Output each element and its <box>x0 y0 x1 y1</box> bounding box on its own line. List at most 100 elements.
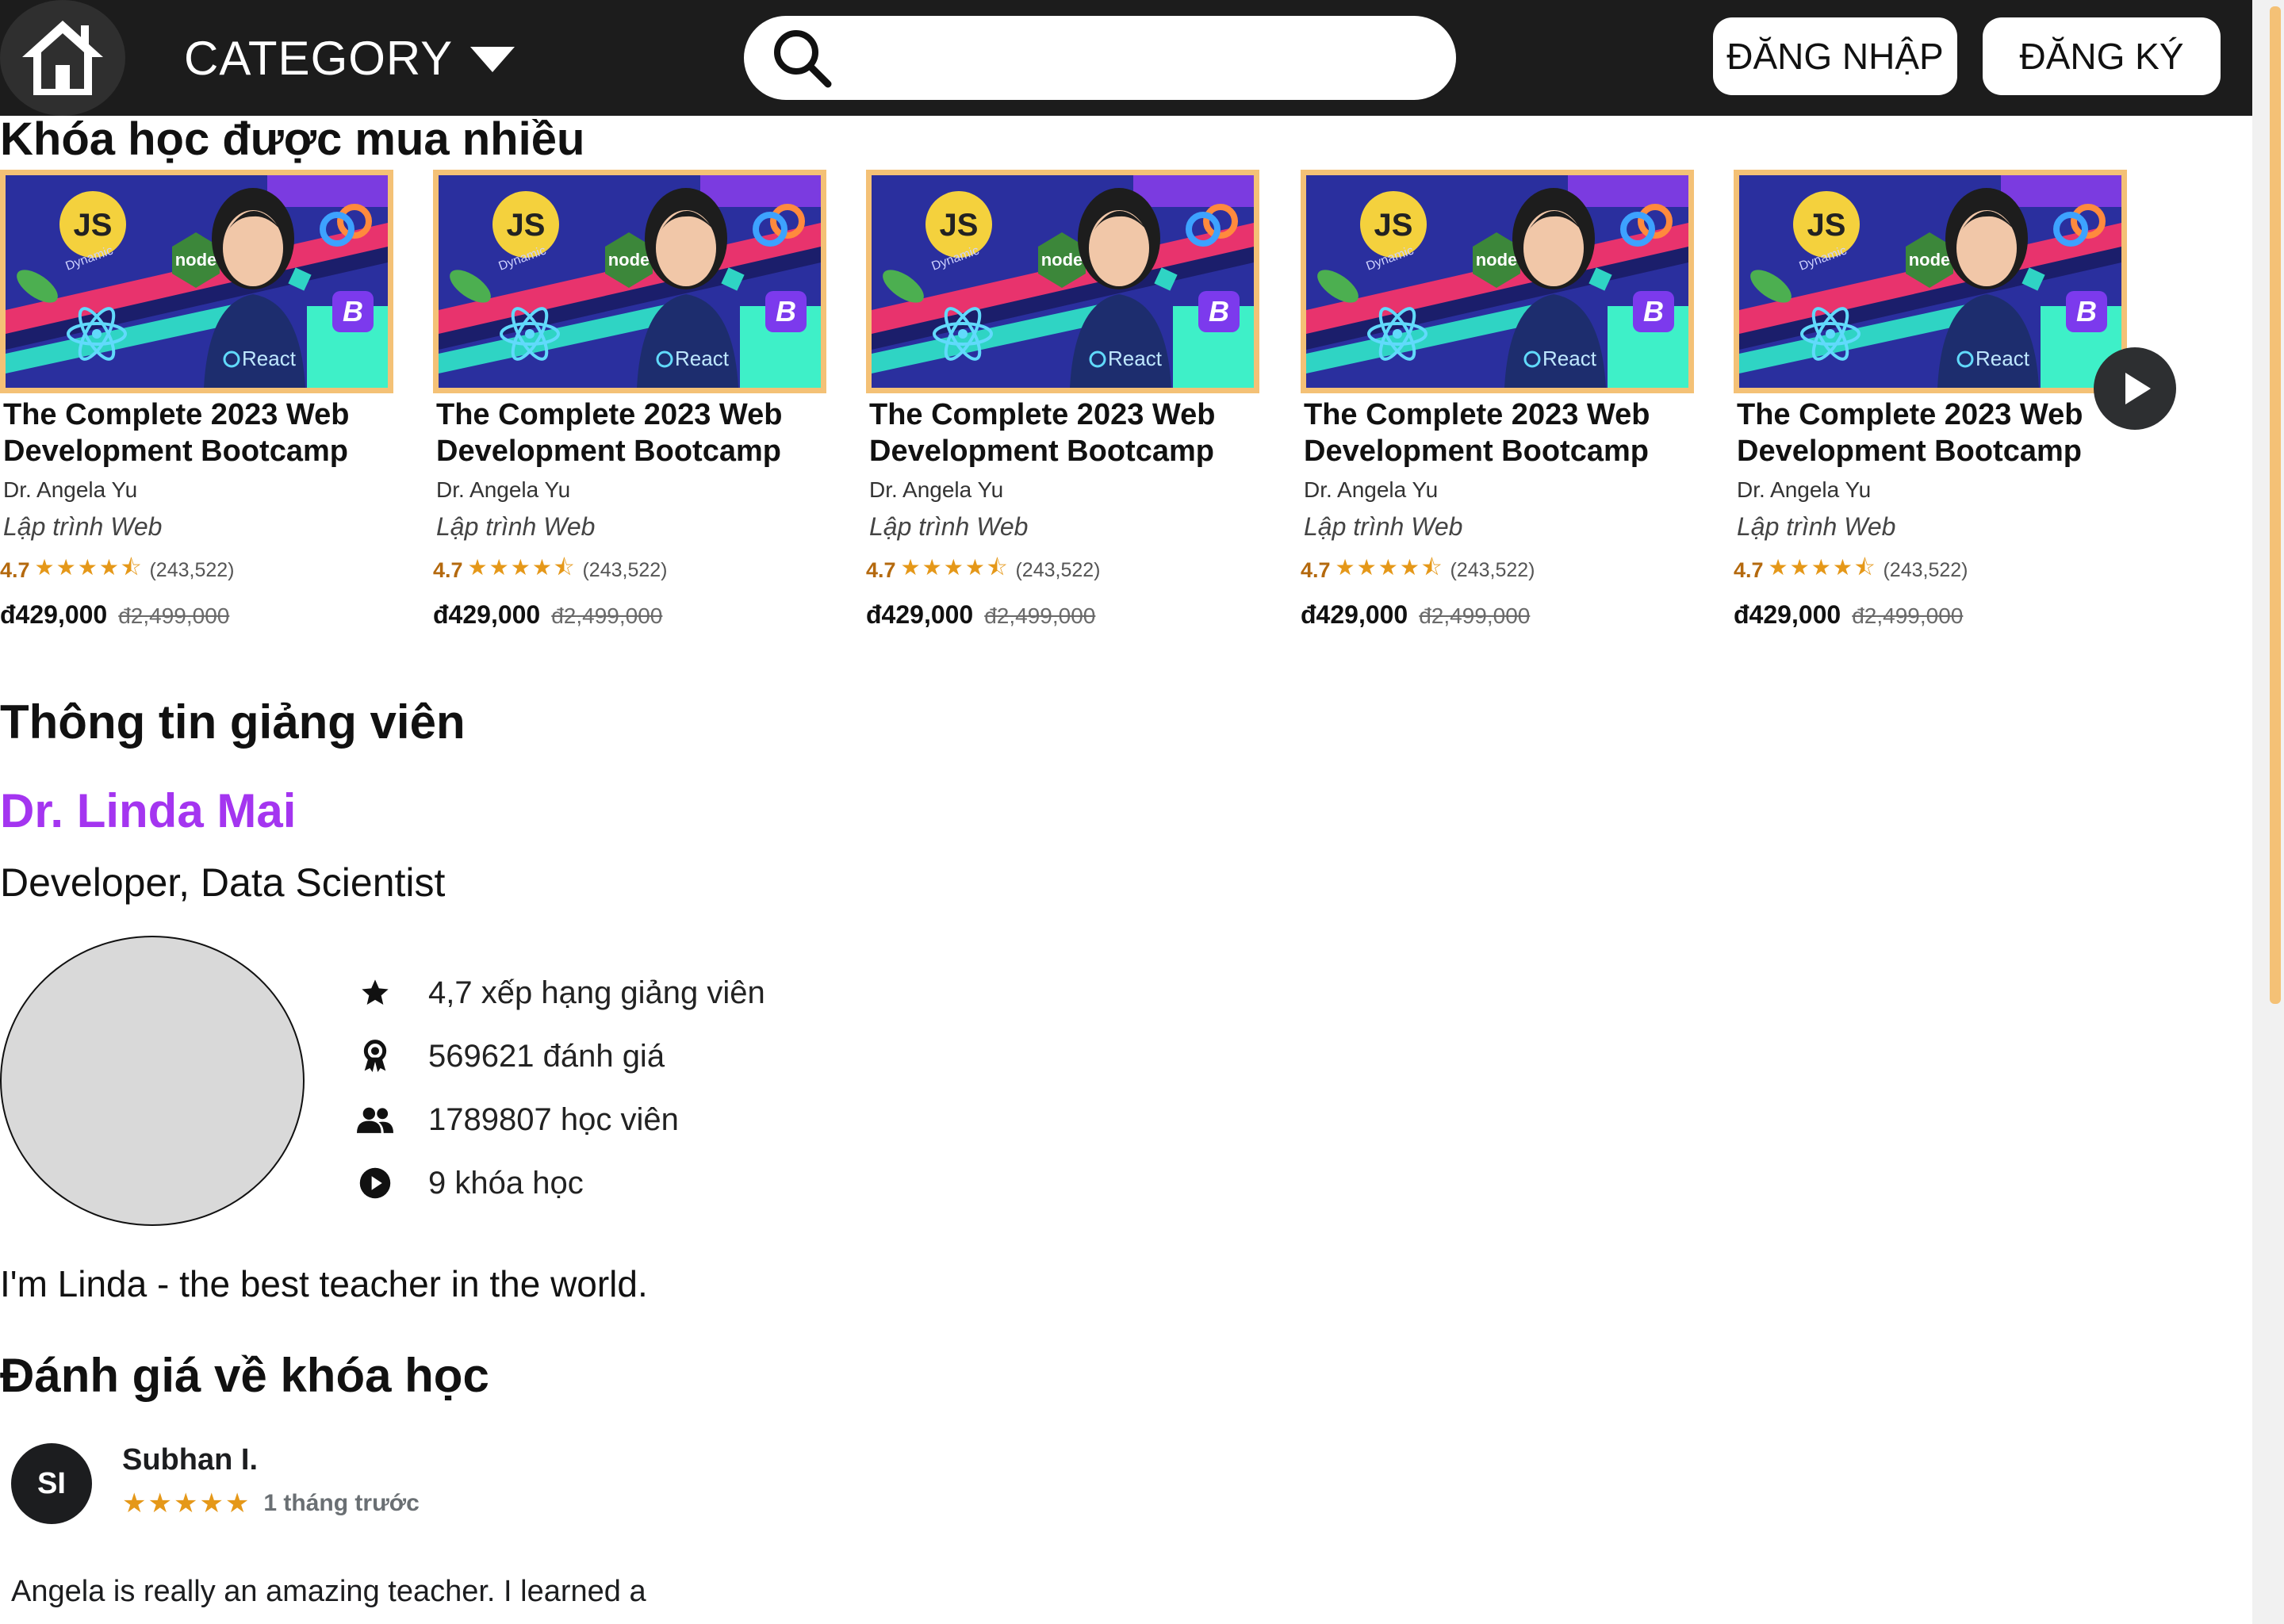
course-card[interactable]: JS Dynamic node React B The Complete 2023 Web… <box>433 170 830 630</box>
home-icon <box>22 21 103 95</box>
original-price: đ2,499,000 <box>118 603 230 628</box>
rating-value: 4.7 <box>1301 557 1331 582</box>
stat-reviews-text: 569621 đánh giá <box>428 1038 665 1074</box>
course-thumbnail: JS Dynamic node React B <box>433 170 826 393</box>
stat-rating: 4,7 xếp hạng giảng viên <box>355 961 765 1025</box>
course-rating: 4.7 ★★★★⯪ (243,522) <box>433 551 830 589</box>
review-text: Angela is really an amazing teacher. I l… <box>11 1575 646 1608</box>
course-price: đ429,000 đ2,499,000 <box>1734 600 2130 630</box>
top-navbar: CATEGORY ĐĂNG NHẬP ĐĂNG KÝ <box>0 0 2252 116</box>
bootstrap-logo-text: B <box>1643 295 1664 327</box>
course-card[interactable]: JS Dynamic node React B The Complete 2023 Web… <box>0 170 397 630</box>
stat-rating-text: 4,7 xếp hạng giảng viên <box>428 975 765 1010</box>
rating-stars-icon: ★★★★⯪ <box>1335 555 1444 580</box>
carousel-next-button[interactable] <box>2094 347 2176 430</box>
play-arrow-icon <box>2125 373 2151 404</box>
node-logo-text: node <box>175 250 217 270</box>
js-logo-text: JS <box>74 208 113 243</box>
register-button[interactable]: ĐĂNG KÝ <box>1983 17 2221 95</box>
original-price: đ2,499,000 <box>551 603 663 628</box>
bootstrap-logo-text: B <box>343 295 363 327</box>
js-logo-text: JS <box>940 208 979 243</box>
award-icon <box>355 1036 395 1076</box>
course-card[interactable]: JS Dynamic node React B The Complete 2023 Web… <box>1734 170 2130 630</box>
rating-count: (243,522) <box>1883 558 1968 581</box>
course-rating: 4.7 ★★★★⯪ (243,522) <box>0 551 397 589</box>
caret-down-icon <box>470 47 515 72</box>
people-icon <box>355 1100 395 1139</box>
rating-count: (243,522) <box>1450 558 1535 581</box>
rating-count: (243,522) <box>149 558 235 581</box>
rating-stars-icon: ★★★★⯪ <box>34 555 144 580</box>
course-title[interactable]: The Complete 2023 Web Development Bootca… <box>0 396 412 469</box>
react-label-text: React <box>1976 347 2030 370</box>
bootstrap-logo-text: B <box>2076 295 2097 327</box>
star-icon <box>355 973 395 1013</box>
react-label-text: React <box>1542 347 1597 370</box>
course-author: Dr. Angela Yu <box>436 477 571 502</box>
course-thumbnail-art: JSDynamic nodeReactB <box>439 175 821 388</box>
review-meta: ★★★★★ 1 tháng trước <box>122 1488 420 1519</box>
stat-courses-text: 9 khóa học <box>428 1165 584 1201</box>
course-thumbnail-art: JSDynamic nodeReactB <box>6 175 388 388</box>
course-card[interactable]: JS Dynamic node React B The Complete 2023 Web… <box>1301 170 1697 630</box>
instructor-name[interactable]: Dr. Linda Mai <box>0 783 296 838</box>
stat-reviews: 569621 đánh giá <box>355 1025 765 1088</box>
course-title[interactable]: The Complete 2023 Web Development Bootca… <box>866 396 1278 469</box>
react-label-text: React <box>1108 347 1163 370</box>
scrollbar-thumb[interactable] <box>2270 6 2281 1004</box>
rating-value: 4.7 <box>1734 557 1764 582</box>
login-button[interactable]: ĐĂNG NHẬP <box>1713 17 1957 95</box>
course-category: Lập trình Web <box>436 512 596 541</box>
reviewer-name: Subhan I. <box>122 1443 258 1477</box>
course-title[interactable]: The Complete 2023 Web Development Bootca… <box>1301 396 1713 469</box>
course-thumbnail: JS Dynamic node React B <box>1734 170 2127 393</box>
reviewer-avatar: SI <box>11 1443 92 1524</box>
course-thumbnail-art: JSDynamic nodeReactB <box>1306 175 1688 388</box>
category-label: CATEGORY <box>184 31 454 85</box>
instructor-stats: 4,7 xếp hạng giảng viên 569621 đánh giá … <box>355 961 765 1215</box>
instructor-section-title: Thông tin giảng viên <box>0 695 466 749</box>
search-icon <box>774 30 832 88</box>
node-logo-text: node <box>608 250 650 270</box>
search-input[interactable] <box>850 26 1432 90</box>
stat-students-text: 1789807 học viên <box>428 1101 679 1137</box>
rating-count: (243,522) <box>1015 558 1101 581</box>
course-price: đ429,000 đ2,499,000 <box>866 600 1263 630</box>
search-bar[interactable] <box>744 16 1456 100</box>
js-logo-text: JS <box>1374 208 1413 243</box>
react-label-text: React <box>675 347 730 370</box>
current-price: đ429,000 <box>0 600 108 629</box>
rating-stars-icon: ★★★★⯪ <box>900 555 1010 580</box>
course-thumbnail: JS Dynamic node React B <box>866 170 1259 393</box>
category-dropdown[interactable]: CATEGORY <box>184 24 515 92</box>
page-scrollbar[interactable] <box>2252 0 2284 1624</box>
course-thumbnail-art: JSDynamic nodeReactB <box>872 175 1254 388</box>
home-button[interactable] <box>0 0 125 116</box>
course-price: đ429,000 đ2,499,000 <box>433 600 830 630</box>
course-rating: 4.7 ★★★★⯪ (243,522) <box>1301 551 1697 589</box>
instructor-avatar <box>0 936 305 1226</box>
course-title[interactable]: The Complete 2023 Web Development Bootca… <box>1734 396 2146 469</box>
course-card[interactable]: JS Dynamic node React B The Complete 2023 Web… <box>866 170 1263 630</box>
course-thumbnail: JS Dynamic node React B <box>1301 170 1694 393</box>
rating-value: 4.7 <box>433 557 463 582</box>
instructor-bio: I'm Linda - the best teacher in the worl… <box>0 1263 648 1304</box>
course-category: Lập trình Web <box>3 512 163 541</box>
course-author: Dr. Angela Yu <box>1304 477 1439 502</box>
reviews-section-title: Đánh giá về khóa học <box>0 1349 489 1402</box>
course-category: Lập trình Web <box>1304 512 1463 541</box>
course-title[interactable]: The Complete 2023 Web Development Bootca… <box>433 396 845 469</box>
js-logo-text: JS <box>507 208 546 243</box>
course-price: đ429,000 đ2,499,000 <box>1301 600 1697 630</box>
stat-students: 1789807 học viên <box>355 1088 765 1151</box>
rating-value: 4.7 <box>866 557 896 582</box>
review-stars-icon: ★★★★★ <box>122 1488 251 1519</box>
node-logo-text: node <box>1041 250 1083 270</box>
instructor-role: Developer, Data Scientist <box>0 860 446 905</box>
review-date: 1 tháng trước <box>263 1490 420 1516</box>
original-price: đ2,499,000 <box>1852 603 1964 628</box>
current-price: đ429,000 <box>433 600 541 629</box>
original-price: đ2,499,000 <box>984 603 1096 628</box>
course-thumbnail: JS Dynamic node React B <box>0 170 393 393</box>
